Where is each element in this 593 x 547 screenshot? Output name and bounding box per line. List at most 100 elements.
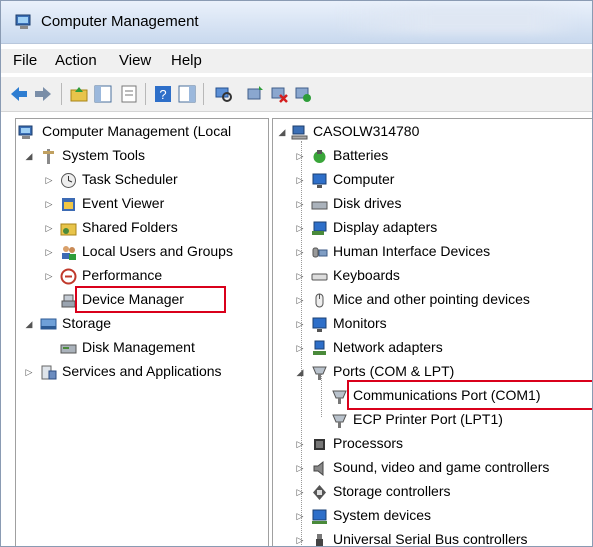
tree-node-computer-management[interactable]: Computer Management (Local [18,121,268,144]
collapse-triangle-icon[interactable]: ◢ [295,367,305,377]
update-driver-icon[interactable] [245,84,265,104]
device-node-monitors[interactable]: ▷ Monitors [273,313,592,336]
device-label: Keyboards [333,267,400,283]
computer-management-window: Computer Management File Action View Hel… [0,0,593,547]
device-node-sound-video[interactable]: ▷ Sound, video and game controllers [273,457,592,480]
expand-triangle-icon[interactable]: ▷ [295,199,305,209]
monitor-icon [312,173,327,188]
expand-triangle-icon[interactable]: ▷ [24,367,34,377]
mouse-icon [315,293,324,308]
computer-icon [291,125,308,140]
menu-action[interactable]: Action [55,52,97,69]
tools-icon [43,149,54,164]
back-arrow-icon[interactable] [9,84,29,104]
device-node-lpt1[interactable]: ECP Printer Port (LPT1) [273,409,592,432]
expand-triangle-icon[interactable]: ▷ [44,223,54,233]
device-label: Monitors [333,315,387,331]
tree-node-performance[interactable]: ▷ Performance [18,265,268,288]
device-label: Universal Serial Bus controllers [333,531,528,546]
keyboard-icon [311,273,328,281]
computer-management-icon [15,14,31,29]
device-node-mice[interactable]: ▷ Mice and other pointing devices [273,289,592,312]
device-node-computer[interactable]: ▷ Computer [273,169,592,192]
properties-icon[interactable] [119,84,139,104]
device-label: System devices [333,507,432,523]
scan-hardware-icon[interactable] [213,84,233,104]
device-node-network-adapters[interactable]: ▷ Network adapters [273,337,592,360]
console-tree-pane: Computer Management (Local ◢ System Tool… [15,118,269,546]
collapse-triangle-icon[interactable]: ◢ [277,127,287,137]
device-tree-pane: ◢ CASOLW314780 ▷ Batteries ▷ Computer ▷ … [272,118,592,546]
window-title: Computer Management [41,13,199,30]
display-adapter-icon [312,221,327,235]
menu-file[interactable]: File [13,52,37,69]
expand-triangle-icon[interactable]: ▷ [295,247,305,257]
collapse-triangle-icon[interactable]: ◢ [24,319,34,329]
device-node-disk-drives[interactable]: ▷ Disk drives [273,193,592,216]
title-bar[interactable]: Computer Management [1,1,592,44]
device-label: Processors [333,435,404,451]
expand-triangle-icon[interactable]: ▷ [295,175,305,185]
expand-triangle-icon[interactable]: ▷ [295,511,305,521]
tree-node-local-users-groups[interactable]: ▷ Local Users and Groups [18,241,268,264]
show-hide-tree-icon[interactable] [93,84,113,104]
device-node-computer-root[interactable]: ◢ CASOLW314780 [273,121,592,144]
expand-triangle-icon[interactable]: ▷ [44,247,54,257]
tree-label: Services and Applications [62,363,222,379]
tree-node-storage[interactable]: ◢ Storage [18,313,268,336]
system-devices-icon [312,509,327,524]
expand-triangle-icon[interactable]: ▷ [295,487,305,497]
device-node-system-devices[interactable]: ▷ System devices [273,505,592,528]
port-icon [332,390,347,404]
up-folder-icon[interactable] [69,84,89,104]
tree-label: Shared Folders [82,219,178,235]
device-label: Storage controllers [333,483,451,499]
device-label: Ports (COM & LPT) [333,363,455,379]
disable-device-icon[interactable] [293,84,313,104]
device-label: CASOLW314780 [313,123,420,139]
expand-triangle-icon[interactable]: ▷ [295,271,305,281]
device-node-keyboards[interactable]: ▷ Keyboards [273,265,592,288]
clock-icon [61,173,76,188]
menu-view[interactable]: View [119,52,151,69]
title-bar-blur [331,7,581,33]
help-icon[interactable]: ? [153,84,173,104]
device-node-storage-controllers[interactable]: ▷ Storage controllers [273,481,592,504]
device-node-display-adapters[interactable]: ▷ Display adapters [273,217,592,240]
tree-node-task-scheduler[interactable]: ▷ Task Scheduler [18,169,268,192]
com1-highlight-box [347,380,592,410]
monitor-icon [312,317,327,332]
expand-triangle-icon[interactable]: ▷ [295,295,305,305]
tree-node-services-applications[interactable]: ▷ Services and Applications [18,361,268,384]
show-hide-action-pane-icon[interactable] [177,84,197,104]
menu-help[interactable]: Help [171,52,202,69]
device-node-usb-controllers[interactable]: ▷ Universal Serial Bus controllers [273,529,592,546]
tree-node-disk-management[interactable]: Disk Management [18,337,268,360]
device-node-processors[interactable]: ▷ Processors [273,433,592,456]
collapse-triangle-icon[interactable]: ◢ [24,151,34,161]
expand-triangle-icon[interactable]: ▷ [295,535,305,545]
expand-triangle-icon[interactable]: ▷ [295,223,305,233]
tree-label: Local Users and Groups [82,243,233,259]
device-label: Disk drives [333,195,402,211]
forward-arrow-icon[interactable] [33,84,53,104]
expand-triangle-icon[interactable]: ▷ [295,151,305,161]
uninstall-device-icon[interactable] [269,84,289,104]
device-node-batteries[interactable]: ▷ Batteries [273,145,592,168]
expand-triangle-icon[interactable]: ▷ [295,319,305,329]
tree-node-system-tools[interactable]: ◢ System Tools [18,145,268,168]
expand-triangle-icon[interactable]: ▷ [44,199,54,209]
tree-node-shared-folders[interactable]: ▷ Shared Folders [18,217,268,240]
disk-icon [60,344,77,354]
tree-label: Disk Management [82,339,195,355]
expand-triangle-icon[interactable]: ▷ [295,343,305,353]
event-viewer-icon [62,198,75,211]
device-node-human-interface[interactable]: ▷ Human Interface Devices [273,241,592,264]
expand-triangle-icon[interactable]: ▷ [295,439,305,449]
tree-node-event-viewer[interactable]: ▷ Event Viewer [18,193,268,216]
expand-triangle-icon[interactable]: ▷ [44,271,54,281]
tree-label: Event Viewer [82,195,165,211]
expand-triangle-icon[interactable]: ▷ [295,463,305,473]
device-label: Display adapters [333,219,438,235]
expand-triangle-icon[interactable]: ▷ [44,175,54,185]
